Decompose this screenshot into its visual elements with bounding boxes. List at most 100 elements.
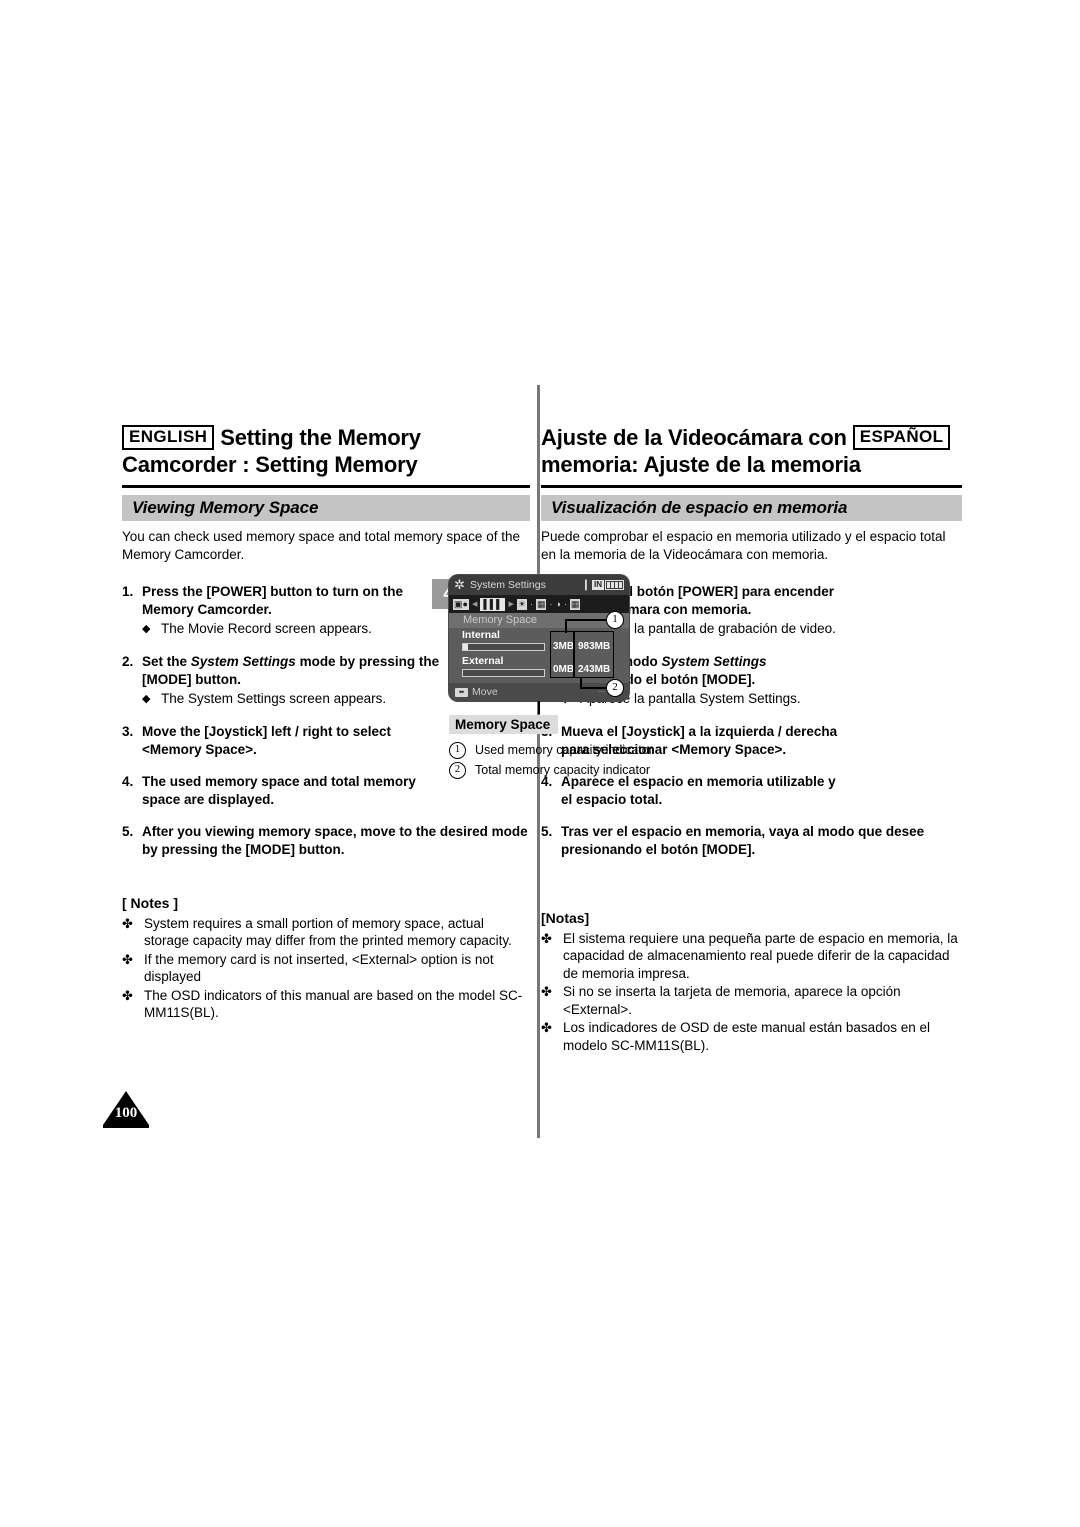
english-step-2-italic: System Settings	[190, 654, 296, 669]
clover-bullet-icon: ✤	[122, 987, 133, 1003]
spanish-notes-title: [Notas]	[541, 910, 590, 926]
grid-settings-icon: ▦	[535, 598, 547, 610]
spanish-intro: Puede comprobar el espacio en memoria ut…	[541, 528, 963, 563]
lcd-title-bar: ✲ System Settings ▎ IN	[449, 575, 629, 595]
note-item: ✤ The OSD indicators of this manual are …	[122, 987, 532, 1022]
spanish-header-rule	[541, 485, 962, 488]
memory-settings-icon: ▌▌▌	[480, 597, 506, 611]
english-title-text-1: Setting the Memory	[220, 425, 421, 450]
english-step-4-line2: space are displayed.	[142, 791, 275, 807]
separator-dot-icon: ·	[549, 599, 553, 609]
callout-1-stem	[565, 620, 567, 633]
legend-2-badge: 2	[449, 761, 466, 779]
lcd-status-icons: ▎ IN	[585, 580, 624, 591]
clover-bullet-icon: ✤	[541, 930, 552, 946]
english-note-1: System requires a small portion of memor…	[144, 915, 512, 949]
english-notes-list: ✤ System requires a small portion of mem…	[122, 915, 532, 1022]
english-intro: You can check used memory space and tota…	[122, 528, 532, 563]
display-settings-icon: ▣●	[453, 598, 469, 610]
spanish-header: Ajuste de la Videocámara con ESPAÑOL mem…	[541, 424, 962, 478]
spanish-step-5: 5. Tras ver el espacio en memoria, vaya …	[541, 823, 963, 858]
english-note-3: The OSD indicators of this manual are ba…	[144, 987, 523, 1021]
spanish-section-bar: Visualización de espacio en memoria	[541, 495, 962, 521]
callout-1-badge: 1	[606, 611, 624, 629]
english-step-3-line2: <Memory Space>.	[142, 741, 257, 757]
english-title-line2: Camcorder : Setting Memory	[122, 452, 418, 477]
external-label: External	[462, 655, 504, 667]
lcd-figure: 4 ✲ System Settings ▎ IN ▣● ◀ ▌▌▌ ▶ ☀ · …	[432, 575, 662, 779]
lcd-screen: ✲ System Settings ▎ IN ▣● ◀ ▌▌▌ ▶ ☀ · ▦ …	[449, 575, 629, 701]
spanish-note-2: Si no se inserta la tarjeta de memoria, …	[563, 984, 901, 1017]
lcd-title: System Settings	[470, 579, 546, 591]
spanish-step-4-line2: el espacio total.	[561, 791, 663, 807]
diamond-bullet-icon: ◆	[142, 623, 151, 635]
chevron-left-icon: ◀	[471, 601, 478, 608]
english-step-5-number: 5.	[122, 824, 134, 839]
english-step-1-line1: Press the [POWER] button to turn on the	[142, 584, 403, 599]
legend-item: 1 Used memory capacity indicator	[449, 741, 653, 759]
english-step-3-number: 3.	[122, 724, 134, 739]
english-header-rule	[122, 485, 530, 488]
spanish-step-5-number: 5.	[541, 824, 553, 839]
spanish-language-tag: ESPAÑOL	[852, 425, 951, 450]
spanish-note-3: Los indicadores de OSD de este manual es…	[563, 1020, 930, 1053]
note-item: ✤ El sistema requiere una pequeña parte …	[541, 930, 963, 983]
english-step-5: 5. After you viewing memory space, move …	[122, 823, 532, 858]
english-step-2-pre: Set the	[142, 654, 191, 669]
separator-dot-icon: ·	[529, 599, 533, 609]
english-step-2-number: 2.	[122, 654, 134, 669]
english-step-2-sub: The System Settings screen appears.	[161, 691, 387, 706]
caption-stem	[538, 701, 540, 714]
chevron-right-icon: ▶	[508, 601, 514, 608]
memory-card-icon: ▎	[585, 579, 592, 590]
note-item: ✤ System requires a small portion of mem…	[122, 915, 532, 950]
english-step-5-line1: After you viewing memory space, move to …	[142, 824, 528, 839]
external-progress-bar	[462, 669, 545, 677]
figure-caption: Memory Space	[449, 715, 559, 734]
joystick-key-icon: ⬌	[455, 687, 468, 697]
english-intro-line2: Memory Camcorder.	[122, 546, 245, 562]
english-step-4-number: 4.	[122, 774, 134, 789]
legend-item: 2 Total memory capacity indicator	[449, 761, 653, 779]
page-headers: ENGLISH Setting the Memory Camcorder : S…	[122, 424, 962, 486]
english-note-2: If the memory card is not inserted, <Ext…	[144, 951, 494, 985]
clover-bullet-icon: ✤	[122, 915, 133, 931]
manual-page: ENGLISH Setting the Memory Camcorder : S…	[0, 0, 1080, 1527]
legend-2-text: Total memory capacity indicator	[475, 763, 651, 777]
english-step-4-line1: The used memory space and total memory	[142, 774, 416, 789]
used-capacity-highlight-box	[550, 631, 574, 678]
english-notes-title: [ Notes ]	[122, 895, 178, 911]
diamond-bullet-icon: ◆	[142, 693, 151, 705]
separator-dot-icon: ·	[563, 599, 567, 609]
legend-1-text: Used memory capacity indicator	[475, 743, 653, 757]
callout-2-badge: 2	[606, 679, 624, 697]
internal-progress-bar	[462, 643, 545, 651]
english-header: ENGLISH Setting the Memory Camcorder : S…	[122, 424, 530, 478]
total-capacity-highlight-box	[574, 631, 614, 678]
note-item: ✤ If the memory card is not inserted, <E…	[122, 951, 532, 986]
note-item: ✤ Si no se inserta la tarjeta de memoria…	[541, 983, 963, 1018]
brightness-icon: ☀	[516, 598, 527, 610]
lcd-move-hint: Move	[472, 686, 498, 698]
lcd-memory-body: Internal 3MB 983MB External 0MB 243MB	[449, 628, 629, 683]
note-item: ✤ Los indicadores de OSD de este manual …	[541, 1019, 963, 1054]
figure-legend: 1 Used memory capacity indicator 2 Total…	[449, 741, 653, 781]
spanish-step-2-italic: System Settings	[661, 654, 767, 669]
callout-1-line	[565, 619, 607, 621]
clock-icon: ◑	[555, 598, 561, 609]
english-step-1-sub: The Movie Record screen appears.	[161, 621, 372, 636]
spanish-intro-line1: Puede comprobar el espacio en memoria ut…	[541, 529, 946, 544]
clover-bullet-icon: ✤	[541, 984, 552, 999]
page-number: 100	[114, 1105, 138, 1121]
english-step-2-post: mode by pressing the	[295, 654, 440, 669]
legend-1-badge: 1	[449, 741, 466, 759]
calendar-icon: ▦	[569, 598, 581, 610]
spanish-step-5-line1: Tras ver el espacio en memoria, vaya al …	[561, 824, 925, 839]
callout-2-line	[580, 687, 607, 689]
spanish-title-line2: memoria: Ajuste de la memoria	[541, 452, 861, 477]
english-step-1-number: 1.	[122, 584, 134, 599]
page-number-marker: 100	[103, 1091, 149, 1131]
english-step-5-line2: by pressing the [MODE] button.	[142, 841, 345, 857]
triangle-base	[103, 1125, 149, 1128]
gear-icon: ✲	[454, 577, 465, 592]
